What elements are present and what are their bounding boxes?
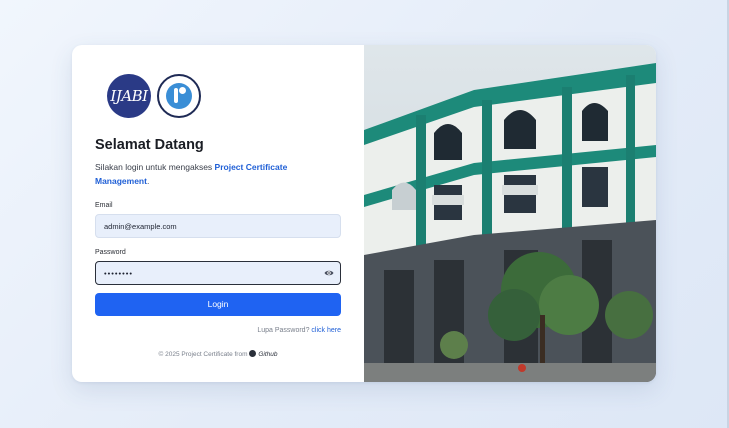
- pesantren-seal-logo: [157, 74, 201, 118]
- login-button[interactable]: Login: [95, 293, 341, 316]
- building-illustration: [364, 45, 656, 382]
- seal-emblem-icon: [166, 83, 192, 109]
- forgot-password: Lupa Password? click here: [257, 327, 341, 334]
- building-photo: [364, 45, 656, 382]
- login-card: IJABI Selamat Datang Silakan login untuk…: [72, 45, 656, 382]
- logo-group: IJABI: [107, 74, 201, 118]
- subtitle-text: Silakan login untuk mengakses: [95, 162, 215, 172]
- password-field[interactable]: [95, 261, 341, 285]
- page-subtitle: Silakan login untuk mengakses Project Ce…: [95, 160, 335, 188]
- footer: © 2025 Project Certificate from Github: [72, 350, 364, 358]
- forgot-text: Lupa Password?: [257, 327, 310, 334]
- forgot-password-link[interactable]: click here: [311, 327, 341, 334]
- page-title: Selamat Datang: [95, 137, 204, 153]
- login-panel: IJABI Selamat Datang Silakan login untuk…: [72, 45, 364, 382]
- subtitle-end: .: [146, 176, 150, 186]
- github-icon: [249, 350, 257, 357]
- eye-icon[interactable]: [324, 268, 334, 278]
- ijabi-logo: IJABI: [107, 74, 151, 118]
- email-field[interactable]: [95, 214, 341, 238]
- email-label: Email: [95, 202, 113, 209]
- password-label: Password: [95, 249, 126, 256]
- github-link[interactable]: Github: [258, 351, 277, 358]
- footer-text: © 2025 Project Certificate from: [158, 351, 248, 358]
